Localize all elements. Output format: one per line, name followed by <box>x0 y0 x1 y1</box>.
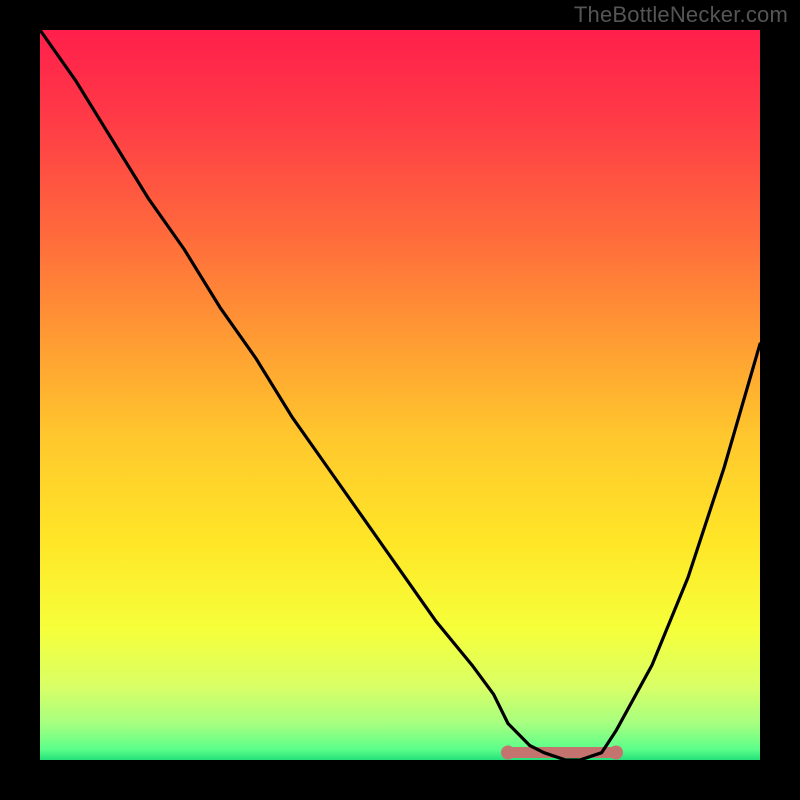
plot-area <box>40 30 760 760</box>
attribution-text: TheBottleNecker.com <box>574 2 788 28</box>
bottleneck-chart <box>40 30 760 760</box>
chart-outer: TheBottleNecker.com <box>0 0 800 800</box>
gradient-background <box>40 30 760 760</box>
